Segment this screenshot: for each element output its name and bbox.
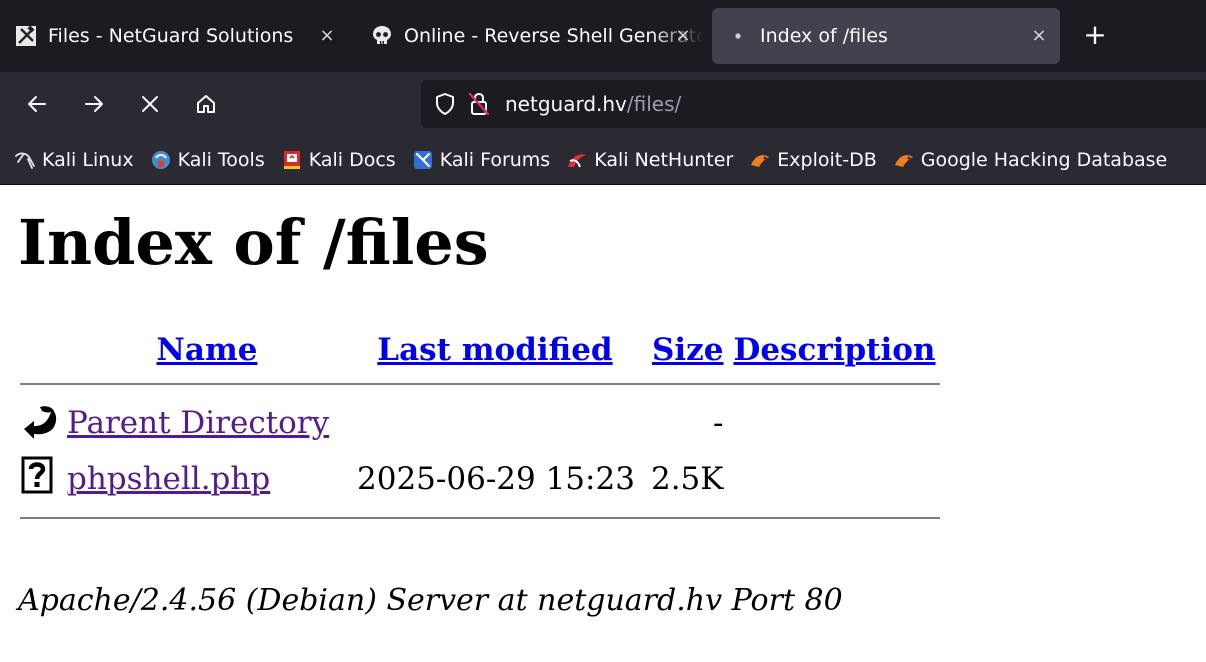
bookmark-label: Google Hacking Database: [920, 149, 1168, 171]
modified-cell: [352, 395, 640, 451]
shield-icon[interactable]: [431, 90, 459, 118]
url-host: netguard.hv: [505, 92, 627, 116]
bookmarks-toolbar: Kali Linux Kali Tools Kali Docs Kali For…: [0, 136, 1206, 185]
file-link-phpshell[interactable]: phpshell.php: [67, 461, 270, 497]
back-button[interactable]: [21, 88, 53, 120]
bookmark-exploit-db[interactable]: Exploit-DB: [749, 149, 877, 171]
description-cell: [728, 451, 940, 507]
tab-files-netguard[interactable]: Files - NetGuard Solutions ×: [0, 8, 348, 64]
modified-column-header: Last modified: [352, 327, 640, 373]
nethunter-icon: [566, 149, 588, 171]
bookmark-kali-forums[interactable]: Kali Forums: [412, 149, 551, 171]
bookmark-kali-docs[interactable]: Kali Docs: [281, 149, 396, 171]
exploit-db-icon: [749, 149, 771, 171]
url-bar[interactable]: netguard.hv/files/: [421, 80, 1206, 128]
unknown-file-icon: [21, 456, 53, 494]
bookmark-label: Exploit-DB: [777, 149, 877, 171]
name-column-header: Name: [62, 327, 352, 373]
kali-dragon-icon: [14, 149, 36, 171]
url-path: /files/: [626, 92, 682, 116]
sort-by-description-link[interactable]: Description: [733, 332, 935, 368]
navigation-toolbar: netguard.hv/files/: [0, 72, 1206, 136]
table-header-row: Name Last modified Size Description: [20, 327, 940, 373]
bookmark-label: Kali Tools: [177, 149, 265, 171]
tools-icon: [14, 24, 38, 48]
icon-column-header: [20, 327, 62, 373]
horizontal-rule: [20, 383, 941, 385]
sort-by-size-link[interactable]: Size: [652, 332, 724, 368]
close-tab-button[interactable]: ×: [1026, 23, 1052, 49]
horizontal-rule: [20, 517, 941, 519]
modified-cell: 2025-06-29 15:23: [357, 461, 635, 497]
close-tab-button[interactable]: ×: [670, 23, 696, 49]
server-signature: Apache/2.4.56 (Debian) Server at netguar…: [18, 583, 843, 618]
home-button[interactable]: [190, 88, 222, 120]
tab-title: Index of /files: [760, 25, 888, 47]
stop-loading-button[interactable]: [134, 88, 166, 120]
kali-tools-icon: [150, 149, 172, 171]
home-icon: [197, 95, 215, 113]
name-cell: Parent Directory: [62, 395, 352, 451]
bookmark-google-hacking-database[interactable]: Google Hacking Database: [893, 149, 1168, 171]
kali-forums-icon: [412, 149, 434, 171]
back-arrow-icon: [24, 406, 57, 439]
bookmark-kali-linux[interactable]: Kali Linux: [14, 149, 134, 171]
insecure-lock-icon[interactable]: [465, 90, 493, 118]
bookmark-label: Kali NetHunter: [594, 149, 734, 171]
page-content: Index of /files Name Last modified Size …: [0, 185, 1206, 662]
table-row: phpshell.php 2025-06-29 15:23 2.5K: [20, 451, 940, 507]
name-cell: phpshell.php: [62, 451, 352, 507]
forward-arrow-icon: [85, 96, 103, 112]
new-tab-button[interactable]: +: [1080, 20, 1110, 50]
page-title: Index of /files: [18, 206, 489, 279]
back-arrow-icon: [28, 96, 46, 112]
bookmark-label: Kali Docs: [308, 149, 396, 171]
bookmark-label: Kali Linux: [42, 149, 134, 171]
directory-listing-table: Name Last modified Size Description Pare…: [20, 327, 941, 529]
parent-directory-link[interactable]: Parent Directory: [67, 405, 329, 441]
ghdb-icon: [893, 149, 915, 171]
close-icon: [142, 96, 158, 112]
description-cell: [728, 395, 940, 451]
table-row: Parent Directory -: [20, 395, 940, 451]
dot-icon: [726, 24, 750, 48]
row-icon-cell: [20, 395, 62, 451]
description-column-header: Description: [728, 327, 940, 373]
kali-docs-icon: [281, 149, 303, 171]
bookmark-kali-nethunter[interactable]: Kali NetHunter: [566, 149, 733, 171]
tab-title: Online - Reverse Shell Generator: [404, 25, 704, 47]
separator-row: [20, 373, 941, 395]
sort-by-name-link[interactable]: Name: [157, 332, 258, 368]
tab-title: Files - NetGuard Solutions: [48, 25, 294, 47]
bookmark-kali-tools[interactable]: Kali Tools: [150, 149, 265, 171]
size-cell: -: [712, 405, 724, 441]
tab-strip: Files - NetGuard Solutions × Online - Re…: [0, 0, 1206, 72]
skull-icon: [370, 24, 394, 48]
forward-button[interactable]: [78, 88, 110, 120]
size-cell: 2.5K: [650, 461, 724, 497]
row-icon-cell: [20, 451, 62, 507]
size-column-header: Size: [640, 327, 729, 373]
tab-reverse-shell[interactable]: Online - Reverse Shell Generator ×: [356, 8, 704, 64]
separator-row: [20, 507, 941, 529]
tab-index-of-files[interactable]: Index of /files ×: [712, 8, 1060, 64]
sort-by-modified-link[interactable]: Last modified: [377, 332, 612, 368]
bookmark-label: Kali Forums: [439, 149, 551, 171]
close-tab-button[interactable]: ×: [314, 23, 340, 49]
